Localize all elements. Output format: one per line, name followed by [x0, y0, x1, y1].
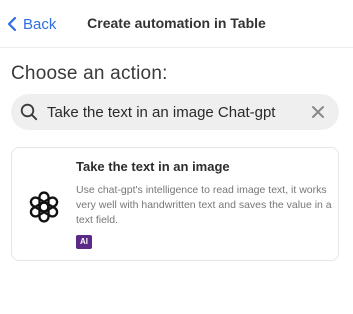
openai-logo-icon — [29, 191, 59, 223]
close-icon[interactable] — [311, 105, 325, 119]
action-title: Take the text in an image — [76, 159, 230, 174]
header-bar: Back Create automation in Table — [0, 0, 353, 48]
action-description: Use chat-gpt's intelligence to read imag… — [76, 184, 332, 226]
search-icon — [20, 103, 38, 121]
page-title: Create automation in Table — [87, 15, 266, 31]
search-bar[interactable] — [11, 94, 339, 130]
search-input[interactable] — [47, 94, 297, 130]
ai-badge: AI — [76, 235, 92, 249]
section-heading: Choose an action: — [11, 63, 168, 84]
create-automation-panel: Back Create automation in Table Choose a… — [0, 0, 353, 314]
action-card-take-text-in-image[interactable]: Take the text in an image Use chat-gpt's… — [11, 147, 339, 261]
